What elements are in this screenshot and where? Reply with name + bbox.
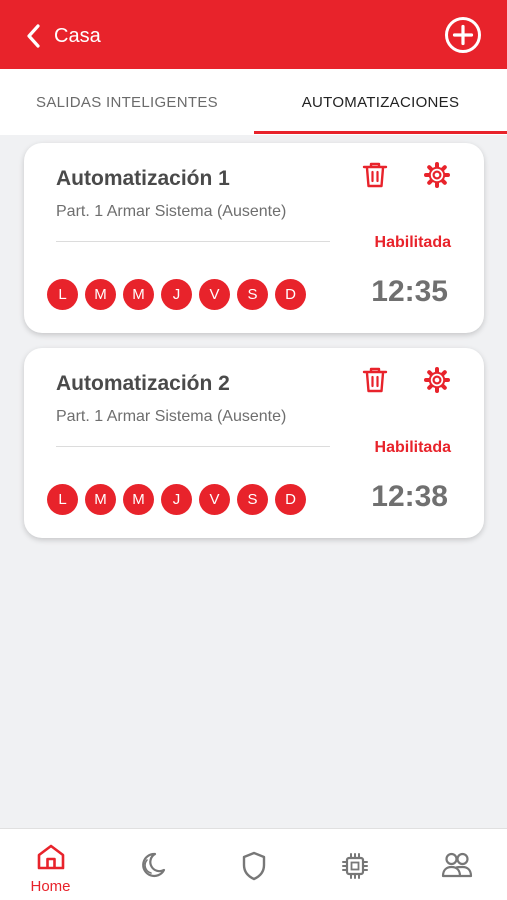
day-chip[interactable]: S [237,279,268,310]
delete-button[interactable] [359,161,391,193]
back-button[interactable]: Casa [26,18,101,54]
tab-automatizaciones[interactable]: AUTOMATIZACIONES [254,69,507,135]
day-chip[interactable]: V [199,279,230,310]
day-chip[interactable]: J [161,279,192,310]
app-header: Casa [0,0,507,69]
nav-security[interactable] [203,829,304,900]
automation-action: Part. 1 Armar Sistema (Ausente) [56,408,287,425]
day-chip[interactable]: S [237,484,268,515]
day-chip[interactable]: D [275,484,306,515]
bottom-navigation: Home [0,828,507,900]
settings-button[interactable] [421,161,453,193]
settings-button[interactable] [421,366,453,398]
chevron-left-icon [26,24,40,48]
weekday-selector: L M M J V S D [47,279,306,310]
delete-button[interactable] [359,366,391,398]
moon-icon [137,851,167,884]
day-chip[interactable]: D [275,279,306,310]
day-chip[interactable]: M [123,279,154,310]
home-icon [36,843,66,876]
divider [56,241,330,242]
gear-icon [423,366,451,399]
nav-home[interactable]: Home [0,829,101,900]
page-title: Casa [54,24,101,47]
tab-bar: SALIDAS INTELIGENTES AUTOMATIZACIONES [0,69,507,135]
active-tab-indicator [254,131,507,134]
status-label: Habilitada [374,439,451,456]
divider [56,446,330,447]
plus-circle-icon [444,17,482,58]
day-chip[interactable]: V [199,484,230,515]
nav-users[interactable] [406,829,507,900]
day-chip[interactable]: L [47,484,78,515]
nav-home-label: Home [30,878,71,895]
nav-devices[interactable] [304,829,405,900]
automation-action: Part. 1 Armar Sistema (Ausente) [56,203,287,220]
automation-time: 12:35 [371,275,448,308]
day-chip[interactable]: M [85,279,116,310]
tab-salidas-inteligentes[interactable]: SALIDAS INTELIGENTES [0,69,254,135]
nav-night-mode[interactable] [101,829,202,900]
shield-icon [241,851,267,886]
weekday-selector: L M M J V S D [47,484,306,515]
day-chip[interactable]: M [85,484,116,515]
automation-title: Automatización 1 [56,167,230,190]
automation-card[interactable]: Automatización 1 Part. 1 Armar Sistema (… [24,143,484,333]
add-automation-button[interactable] [444,16,482,54]
trash-icon [362,161,388,194]
trash-icon [362,366,388,399]
automation-card[interactable]: Automatización 2 Part. 1 Armar Sistema (… [24,348,484,538]
automation-time: 12:38 [371,480,448,513]
users-icon [441,851,473,884]
day-chip[interactable]: M [123,484,154,515]
gear-icon [423,161,451,194]
status-label: Habilitada [374,234,451,251]
chip-icon [340,851,370,886]
day-chip[interactable]: L [47,279,78,310]
day-chip[interactable]: J [161,484,192,515]
automation-title: Automatización 2 [56,372,230,395]
